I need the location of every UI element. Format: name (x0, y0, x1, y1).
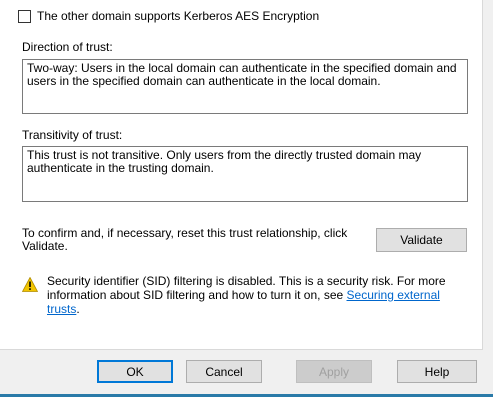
cancel-button[interactable]: Cancel (186, 360, 262, 383)
transitivity-of-trust-label: Transitivity of trust: (22, 128, 123, 142)
sid-filtering-warning: Security identifier (SID) filtering is d… (47, 274, 472, 316)
validate-button[interactable]: Validate (376, 228, 467, 252)
sid-filtering-warning-suffix: . (76, 302, 80, 316)
warning-icon (22, 277, 38, 292)
kerberos-aes-label: The other domain supports Kerberos AES E… (37, 9, 320, 23)
kerberos-aes-checkbox-row[interactable]: The other domain supports Kerberos AES E… (18, 9, 319, 23)
direction-of-trust-label: Direction of trust: (22, 40, 113, 54)
kerberos-aes-checkbox[interactable] (18, 9, 31, 23)
validate-instruction: To confirm and, if necessary, reset this… (22, 226, 348, 253)
direction-of-trust-box: Two-way: Users in the local domain can a… (22, 59, 468, 114)
transitivity-of-trust-text: This trust is not transitive. Only users… (27, 148, 422, 175)
trust-properties-panel: The other domain supports Kerberos AES E… (0, 0, 483, 350)
direction-of-trust-text: Two-way: Users in the local domain can a… (27, 61, 457, 88)
help-button[interactable]: Help (397, 360, 477, 383)
transitivity-of-trust-box: This trust is not transitive. Only users… (22, 146, 468, 202)
ok-button[interactable]: OK (97, 360, 173, 383)
apply-button[interactable]: Apply (296, 360, 372, 383)
